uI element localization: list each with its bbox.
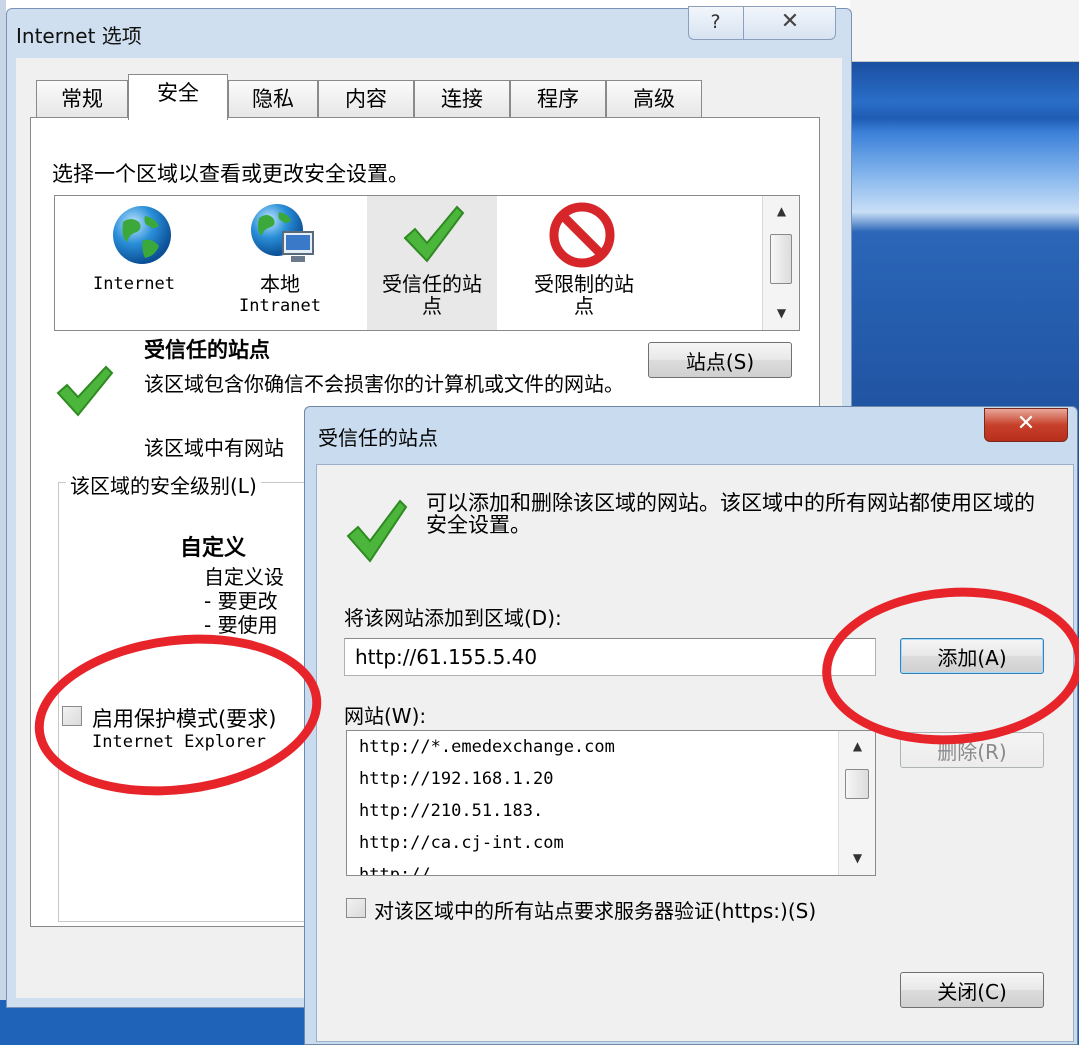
trusted-sites-description: 可以添加和删除该区域的网站。该区域中的所有网站都使用区域的安全设置。 [426,491,1035,537]
green-check-icon [403,205,465,263]
scroll-down-icon[interactable]: ▼ [839,851,876,865]
zone-list: Internet 本地 Intranet 受信任的站 点 受限制的站 点 [54,195,800,331]
zone-local-intranet[interactable]: 本地 Intranet [215,196,345,330]
tab-security[interactable]: 安全 [128,74,228,120]
list-item[interactable]: http://*.emedexchange.com [359,737,615,757]
zone-internet[interactable]: Internet [69,196,199,330]
scroll-up-icon[interactable]: ▲ [763,204,800,218]
trusted-check-icon [346,499,408,563]
tab-programs[interactable]: 程序 [510,80,606,118]
trusted-sites-title: 受信任的站点 [318,426,438,450]
list-item[interactable]: http://192.168.1.20 [359,769,553,789]
list-item[interactable]: http://210.51.183. [359,801,543,821]
trusted-check-icon [56,365,114,417]
network-globe-icon [251,204,314,262]
trusted-sites-close-icon[interactable]: ✕ [984,408,1068,442]
zone-list-scrollbar[interactable]: ▲ ▼ [762,196,799,330]
security-level-line: - 要使用 [204,613,278,637]
websites-list[interactable]: http://*.emedexchange.com http://192.168… [346,730,876,876]
zone-prompt: 选择一个区域以查看或更改安全设置。 [52,162,409,186]
close-button[interactable]: 关闭(C) [900,972,1044,1008]
scroll-up-icon[interactable]: ▲ [839,739,876,753]
sites-button[interactable]: 站点(S) [648,342,792,378]
tab-content[interactable]: 内容 [318,80,414,118]
help-button[interactable]: ? [688,6,744,40]
websites-list-scrollbar[interactable]: ▲ ▼ [838,731,875,875]
add-website-label: 将该网站添加到区域(D): [344,606,562,630]
zone-restricted-sites-label: 受限制的站 [534,272,634,296]
browser-toolbar-background [850,0,1079,62]
zone-local-intranet-label: 本地 [260,272,300,296]
red-prohibited-icon [549,202,615,268]
add-website-input[interactable] [344,638,876,676]
list-item[interactable]: http://... [359,865,461,875]
list-item[interactable]: http://ca.cj-int.com [359,833,564,853]
zone-description: 该区域包含你确信不会损害你的计算机或文件的网站。 [144,372,624,396]
tab-privacy[interactable]: 隐私 [228,80,318,118]
tab-connections[interactable]: 连接 [414,80,510,118]
require-https-checkbox[interactable] [346,898,366,918]
require-https-label[interactable]: 对该区域中的所有站点要求服务器验证(https:)(S) [374,895,816,924]
scroll-thumb[interactable] [845,769,869,799]
scroll-down-icon[interactable]: ▼ [763,306,800,320]
zone-internet-label: Internet [93,274,175,294]
zone-trusted-sites[interactable]: 受信任的站 点 [367,196,497,330]
tab-general[interactable]: 常规 [36,80,128,118]
zone-description-2: 该区域中有网站 [144,436,284,460]
window-title: Internet 选项 [16,24,142,48]
zone-section-title: 受信任的站点 [144,338,270,362]
security-level-line: 自定义设 [204,565,284,589]
security-level-line: - 要更改 [204,589,278,613]
zone-restricted-sites[interactable]: 受限制的站 点 [519,196,649,330]
window-close-button[interactable]: ✕ [744,6,836,40]
security-level-label: 该区域的安全级别(L) [66,470,261,499]
zone-restricted-sites-label2: 点 [574,294,594,318]
scroll-thumb[interactable] [770,234,792,284]
zone-trusted-sites-label: 受信任的站 [382,272,482,296]
globe-icon [113,206,171,264]
zone-local-intranet-label2: Intranet [239,296,321,316]
zone-trusted-sites-label2: 点 [422,294,442,318]
security-level-title: 自定义 [180,536,247,561]
websites-label: 网站(W): [344,704,427,728]
tab-advanced[interactable]: 高级 [606,80,702,118]
